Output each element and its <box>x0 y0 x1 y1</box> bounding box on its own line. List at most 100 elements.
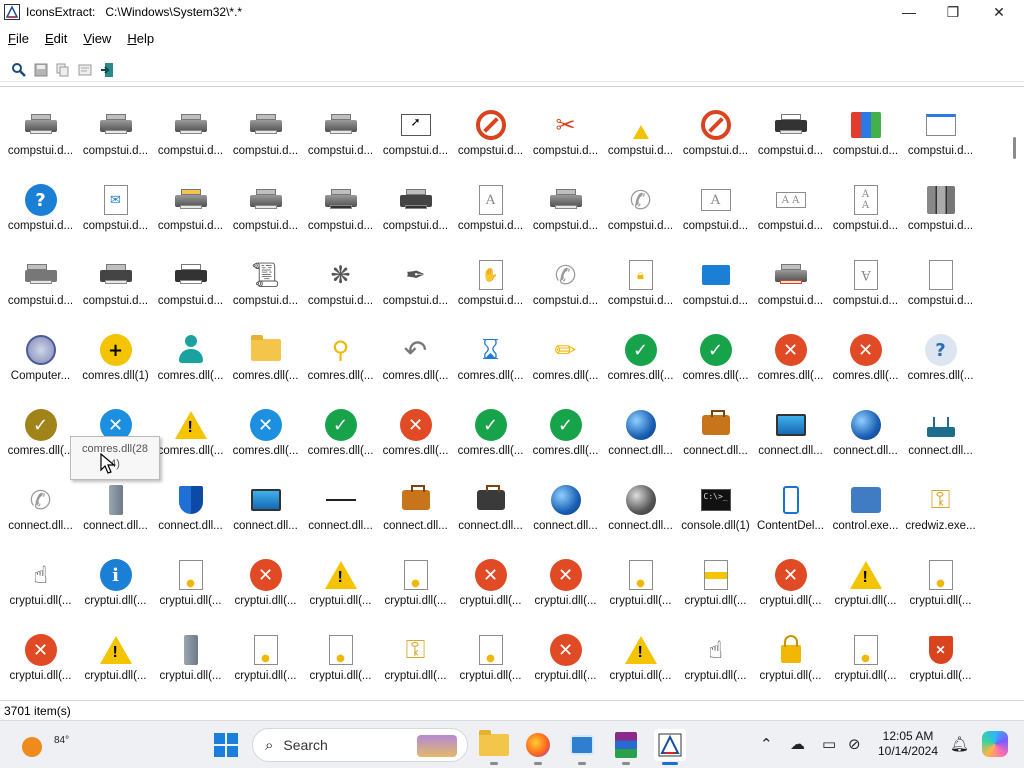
icon-item[interactable]: ContentDel... <box>753 474 828 549</box>
weather-widget[interactable]: 84° <box>22 731 69 757</box>
icon-item[interactable]: ⚿ cryptui.dll(... <box>378 624 453 696</box>
icons-list-view[interactable]: compstui.d... compstui.d... compstui.d... c… <box>0 86 1024 696</box>
icon-item[interactable]: control.exe... <box>828 474 903 549</box>
icon-item[interactable]: compstui.d... <box>303 99 378 174</box>
taskbar-clock[interactable]: 12:05 AM 10/14/2024 <box>874 729 942 759</box>
icon-item[interactable]: ? compstui.d... <box>3 174 78 249</box>
icon-item[interactable]: ✉ compstui.d... <box>78 174 153 249</box>
vertical-scrollbar-thumb[interactable] <box>1013 137 1016 159</box>
icon-item[interactable]: connect.dll... <box>528 474 603 549</box>
icon-item[interactable]: ✕ comres.dll(... <box>753 324 828 399</box>
icon-item[interactable]: connect.dll... <box>78 474 153 549</box>
maximize-button[interactable]: ❐ <box>930 0 976 24</box>
icon-item[interactable]: ● cryptui.dll(... <box>828 624 903 696</box>
icon-item[interactable]: compstui.d... <box>3 249 78 324</box>
icon-item[interactable]: ✕ cryptui.dll(... <box>528 549 603 624</box>
icon-item[interactable]: compstui.d... <box>903 249 978 324</box>
icon-item[interactable]: ✋ compstui.d... <box>453 249 528 324</box>
icon-item[interactable]: ✕ comres.dll(... <box>828 324 903 399</box>
save-button[interactable] <box>30 59 52 81</box>
icon-item[interactable]: ➚ compstui.d... <box>378 99 453 174</box>
icon-item[interactable]: ✕ cryptui.dll(... <box>453 549 528 624</box>
icon-item[interactable]: C:\>_ console.dll(1) <box>678 474 753 549</box>
menu-help[interactable]: Help <box>119 28 162 50</box>
icon-item[interactable]: compstui.d... <box>678 99 753 174</box>
icon-item[interactable]: ! cryptui.dll(... <box>78 624 153 696</box>
icon-item[interactable]: A A compstui.d... <box>753 174 828 249</box>
icon-item[interactable]: 🔒︎ compstui.d... <box>603 249 678 324</box>
icon-item[interactable]: comres.dll(... <box>153 324 228 399</box>
icon-item[interactable]: ✕ comres.dll(... <box>378 399 453 474</box>
icon-item[interactable]: compstui.d... <box>228 99 303 174</box>
icon-item[interactable]: compstui.d... <box>78 249 153 324</box>
icon-item[interactable]: ⌛︎ comres.dll(... <box>453 324 528 399</box>
icon-item[interactable]: compstui.d... <box>753 99 828 174</box>
copy-button[interactable] <box>52 59 74 81</box>
icon-item[interactable]: ☝︎ cryptui.dll(... <box>678 624 753 696</box>
icon-item[interactable]: ! cryptui.dll(... <box>603 624 678 696</box>
icon-item[interactable]: ! comres.dll(... <box>153 399 228 474</box>
icon-item[interactable]: ✕ cryptui.dll(... <box>528 624 603 696</box>
icon-item[interactable]: ✓ comres.dll(... <box>3 399 78 474</box>
icon-item[interactable]: compstui.d... <box>753 249 828 324</box>
icon-item[interactable]: ✕ cryptui.dll(... <box>753 549 828 624</box>
iconsextract-taskbar-button[interactable] <box>654 729 686 765</box>
exit-button[interactable] <box>96 59 118 81</box>
icon-item[interactable]: ! cryptui.dll(... <box>828 549 903 624</box>
icon-item[interactable]: connect.dll... <box>378 474 453 549</box>
icon-item[interactable]: connect.dll... <box>753 399 828 474</box>
icon-item[interactable]: ✕ cryptui.dll(... <box>228 549 303 624</box>
icon-item[interactable]: compstui.d... <box>153 99 228 174</box>
taskbar-search[interactable]: ⌕ Search <box>252 728 468 762</box>
icon-item[interactable]: cryptui.dll(... <box>678 549 753 624</box>
icon-item[interactable]: ⚿ credwiz.exe... <box>903 474 978 549</box>
icon-item[interactable]: Acompstui.d... <box>453 174 528 249</box>
icon-item[interactable]: ● cryptui.dll(... <box>153 549 228 624</box>
icon-item[interactable]: ✕ cryptui.dll(... <box>3 624 78 696</box>
icon-item[interactable]: connect.dll... <box>228 474 303 549</box>
icon-item[interactable]: ✂ compstui.d... <box>528 99 603 174</box>
icon-item[interactable]: compstui.d... <box>228 174 303 249</box>
icon-item[interactable]: compstui.d... <box>3 99 78 174</box>
icon-item[interactable]: Acompstui.d... <box>678 174 753 249</box>
icon-item[interactable]: connect.dll... <box>603 399 678 474</box>
menu-edit[interactable]: Edit <box>37 28 75 50</box>
icon-item[interactable]: ↶ comres.dll(... <box>378 324 453 399</box>
icon-item[interactable]: compstui.d... <box>378 174 453 249</box>
icon-item[interactable]: + comres.dll(1) <box>78 324 153 399</box>
chevron-up-icon[interactable]: ⌃ <box>760 735 773 753</box>
icon-item[interactable]: ❋ compstui.d... <box>303 249 378 324</box>
icon-item[interactable]: connect.dll... <box>603 474 678 549</box>
icon-item[interactable]: compstui.d... <box>528 174 603 249</box>
find-button[interactable] <box>8 59 30 81</box>
icon-item[interactable]: ● cryptui.dll(... <box>453 624 528 696</box>
icon-item[interactable]: ✓ comres.dll(... <box>528 399 603 474</box>
icon-item[interactable]: ✆ connect.dll... <box>3 474 78 549</box>
icon-item[interactable]: A A compstui.d... <box>828 174 903 249</box>
icon-item[interactable]: ✓ comres.dll(... <box>678 324 753 399</box>
icon-item[interactable]: compstui.d... <box>153 174 228 249</box>
icon-item[interactable]: ✆ compstui.d... <box>528 249 603 324</box>
icon-item[interactable]: ⚲ comres.dll(... <box>303 324 378 399</box>
icon-item[interactable]: Computer... <box>3 324 78 399</box>
icon-item[interactable]: ● cryptui.dll(... <box>378 549 453 624</box>
control-panel-button[interactable] <box>566 729 598 765</box>
icon-item[interactable]: ● cryptui.dll(... <box>228 624 303 696</box>
network-icon[interactable]: ▭ <box>822 735 836 753</box>
icon-item[interactable]: compstui.d... <box>453 99 528 174</box>
icon-item[interactable]: 📜︎ compstui.d... <box>228 249 303 324</box>
menu-view[interactable]: View <box>75 28 119 50</box>
onedrive-offline-icon[interactable]: ☁ <box>790 735 805 753</box>
icon-item[interactable]: ✕ comres.dll(... <box>228 399 303 474</box>
firefox-button[interactable] <box>522 729 554 765</box>
icon-item[interactable]: ✏︎ comres.dll(... <box>528 324 603 399</box>
icon-item[interactable]: connect.dll... <box>453 474 528 549</box>
icon-item[interactable]: ☝︎ cryptui.dll(... <box>3 549 78 624</box>
icon-item[interactable]: ● cryptui.dll(... <box>903 549 978 624</box>
icon-item[interactable]: ✒ compstui.d... <box>378 249 453 324</box>
icon-item[interactable]: compstui.d... <box>78 99 153 174</box>
icon-item[interactable]: compstui.d... <box>603 99 678 174</box>
icon-item[interactable]: ? comres.dll(... <box>903 324 978 399</box>
icon-item[interactable]: connect.dll... <box>303 474 378 549</box>
winrar-button[interactable] <box>610 729 642 765</box>
